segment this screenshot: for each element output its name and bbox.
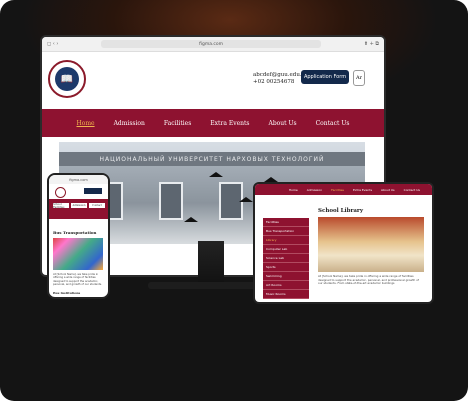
mobile-tab[interactable]: Admission — [71, 203, 87, 208]
nav-home[interactable]: Home — [76, 120, 94, 127]
book-crest-icon: 📖 — [55, 67, 79, 91]
window-controls-icon[interactable]: ◻ ‹ › — [47, 41, 58, 47]
monitor-stand — [198, 241, 224, 285]
sidebar-item-music-rooms[interactable]: Music Rooms — [263, 290, 309, 299]
school-logo[interactable]: 📖 — [48, 60, 86, 98]
tablet-nav-facilities[interactable]: Facilities — [331, 188, 344, 192]
monitor-base — [148, 282, 268, 289]
sidebar-item-science-lab[interactable]: Science Lab — [263, 254, 309, 263]
tablet-nav-admission[interactable]: Admission — [307, 188, 322, 192]
mobile-logo[interactable] — [55, 187, 66, 198]
sidebar-item-facilities[interactable]: Facilities — [263, 218, 309, 227]
mobile-footer-title: Bus Institutions — [53, 291, 81, 295]
facilities-sidebar: Facilities Bus Transportation Library Co… — [263, 218, 309, 299]
building-sign: НАЦИОНАЛЬНЫЙ УНИВЕРСИТЕТ НАРХОВЫХ ТЕХНОЛ… — [59, 152, 365, 166]
mobile-tab[interactable]: Contact — [89, 203, 105, 208]
sidebar-item-bus[interactable]: Bus Transportation — [263, 227, 309, 236]
nav-facilities[interactable]: Facilities — [164, 120, 191, 127]
tablet-navigation: Home Admission Facilities Extra Events A… — [255, 184, 432, 195]
sidebar-item-art-rooms[interactable]: Art Rooms — [263, 281, 309, 290]
url-text: figma.com — [199, 41, 224, 47]
graduation-cap-icon — [184, 217, 198, 222]
mobile-tabs: School Facilities Admission Contact — [53, 203, 105, 209]
sidebar-item-computer-lab[interactable]: Computer Lab — [263, 245, 309, 254]
graduation-cap-icon — [209, 172, 223, 177]
nav-contact-us[interactable]: Contact Us — [316, 120, 350, 127]
tablet-device: Home Admission Facilities Extra Events A… — [253, 182, 434, 304]
mobile-tab[interactable]: School Facilities — [53, 203, 69, 209]
bus-photo — [53, 238, 103, 270]
mobile-device: figma.com School Facilities Admission Co… — [47, 173, 110, 299]
showcase-canvas: ◻ ‹ › figma.com ⬆ + ⧉ 📖 abcdef@guu.edu.e… — [0, 0, 468, 401]
site-header: 📖 abcdef@guu.edu.eg +02 00254678 Applica… — [42, 52, 384, 110]
building-window — [159, 182, 183, 220]
tablet-nav-contact-us[interactable]: Contact Us — [404, 188, 420, 192]
nav-admission[interactable]: Admission — [114, 120, 145, 127]
mobile-section-title: Bus Transportation — [53, 230, 97, 235]
address-bar[interactable]: figma.com — [101, 40, 321, 48]
library-title: School Library — [318, 208, 364, 214]
tablet-nav-about-us[interactable]: About Us — [381, 188, 395, 192]
sidebar-item-library[interactable]: Library — [263, 236, 309, 245]
tablet-nav-home[interactable]: Home — [289, 188, 298, 192]
language-toggle-button[interactable]: Ar — [353, 70, 365, 86]
nav-extra-events[interactable]: Extra Events — [210, 120, 249, 127]
nav-about-us[interactable]: About Us — [268, 120, 296, 127]
share-icon[interactable]: ⬆ + ⧉ — [364, 41, 379, 47]
browser-toolbar: ◻ ‹ › figma.com ⬆ + ⧉ — [42, 37, 384, 52]
mobile-url-bar[interactable]: figma.com — [49, 175, 108, 184]
library-body-text: At [School Name], we take pride in offer… — [318, 274, 419, 286]
sidebar-item-swimming[interactable]: Swimming — [263, 272, 309, 281]
application-form-button[interactable]: Application Form — [301, 70, 349, 84]
main-navigation: Home Admission Facilities Extra Events A… — [42, 109, 384, 137]
mobile-body-text: At [School Name], we take pride in offer… — [53, 273, 102, 286]
mobile-apply-button[interactable] — [84, 188, 102, 194]
sidebar-item-sports[interactable]: Sports — [263, 263, 309, 272]
tablet-nav-extra-events[interactable]: Extra Events — [353, 188, 372, 192]
graduation-cap-icon — [239, 197, 253, 202]
library-photo — [318, 217, 424, 272]
